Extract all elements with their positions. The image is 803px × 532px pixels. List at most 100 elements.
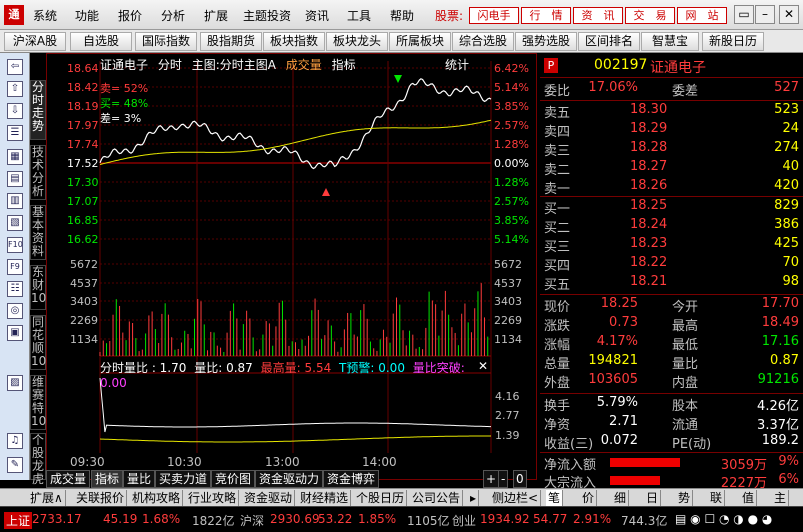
btab-extend[interactable]: 扩展∧ — [28, 490, 66, 506]
btab-related-quote[interactable]: 关联报价 — [74, 490, 128, 506]
tab-sector-index[interactable]: 板块指数 — [263, 32, 325, 51]
side-tab-trend[interactable]: 势 — [676, 490, 694, 506]
window-icon[interactable]: ▣ — [7, 325, 23, 341]
pen-icon[interactable]: ✎ — [7, 457, 23, 473]
zoom-in-button[interactable]: + — [483, 470, 500, 488]
tab-watchlist[interactable]: 自选股 — [70, 32, 132, 51]
vtab-dongcai10[interactable]: 东财10 — [30, 265, 46, 310]
menu-function[interactable]: 功能 — [75, 7, 99, 24]
menu-theme-invest[interactable]: 主题投资 — [243, 7, 291, 24]
ftab-auction[interactable]: 竞价图 — [211, 470, 256, 488]
menu-system[interactable]: 系统 — [33, 7, 57, 24]
ftab-volratio[interactable]: 量比 — [123, 470, 156, 488]
sell-ratio-label: 卖= 52% — [100, 82, 149, 95]
tab-ipo-calendar[interactable]: 新股日历 — [702, 32, 764, 51]
ftab-buy-sell-force[interactable]: 买卖力道 — [155, 470, 212, 488]
btab-next-icon[interactable]: ▸ — [468, 490, 480, 506]
quick-trade-button[interactable]: 交 易 — [625, 7, 675, 24]
music-icon[interactable]: ♫ — [7, 433, 23, 449]
side-tab-trades[interactable]: 笔 — [546, 490, 564, 506]
quick-news-button[interactable]: 资 讯 — [573, 7, 623, 24]
grid-icon[interactable]: ▦ — [7, 149, 23, 165]
ftab-indicator[interactable]: 指标 — [91, 470, 124, 488]
ftab-fund-drive[interactable]: 资金驱动力 — [255, 470, 324, 488]
f10-icon[interactable]: F10 — [7, 237, 23, 253]
tab-combo-select[interactable]: 综合选股 — [452, 32, 514, 51]
btab-inst-strategy[interactable]: 机构攻略 — [130, 490, 184, 506]
sell-level-row[interactable]: 卖三 18.28 274 — [540, 140, 803, 159]
tab-range-rank[interactable]: 区间排名 — [578, 32, 640, 51]
ftab-fund-game[interactable]: 资金博弈 — [323, 470, 380, 488]
btab-announcements[interactable]: 公司公告 — [410, 490, 464, 506]
vtab-technical[interactable]: 技术分析 — [30, 145, 46, 200]
kline-icon[interactable]: ▧ — [7, 215, 23, 231]
chart-stats-button[interactable]: 统计 — [445, 56, 469, 73]
zoom-out-button[interactable]: - — [498, 470, 509, 488]
minimize-icon[interactable]: – — [755, 5, 775, 24]
menu-analysis[interactable]: 分析 — [161, 7, 185, 24]
buy-level-row[interactable]: 买五 18.21 98 — [540, 274, 803, 293]
sell-level-row[interactable]: 卖四 18.29 24 — [540, 121, 803, 140]
close-subchart-icon[interactable]: ✕ — [478, 359, 488, 373]
side-tab-link[interactable]: 联 — [708, 490, 726, 506]
tab-sector-leaders[interactable]: 板块龙头 — [326, 32, 388, 51]
panel-icon[interactable]: ▨ — [7, 375, 23, 391]
back-icon[interactable]: ⇦ — [7, 59, 23, 75]
tab-smart-bao[interactable]: 智慧宝 — [641, 32, 699, 51]
side-tab-price[interactable]: 价 — [580, 490, 598, 506]
buy-level-row[interactable]: 买二 18.24 386 — [540, 217, 803, 236]
tab-intl-index[interactable]: 国际指数 — [135, 32, 197, 51]
menu-extend[interactable]: 扩展 — [204, 7, 228, 24]
tab-own-sector[interactable]: 所属板块 — [389, 32, 451, 51]
chart-mode[interactable]: 分时 — [158, 58, 182, 72]
btab-sidebar[interactable]: 侧边栏< — [490, 490, 542, 506]
menu-news[interactable]: 资讯 — [305, 7, 329, 24]
sell-level-row[interactable]: 卖一 18.26 420 — [540, 178, 803, 197]
f9-icon[interactable]: F9 — [7, 259, 23, 275]
chart-indicator-label[interactable]: 指标 — [332, 58, 356, 72]
side-tab-day[interactable]: 日 — [644, 490, 662, 506]
menu-help[interactable]: 帮助 — [390, 7, 414, 24]
quick-market-button[interactable]: 行 情 — [521, 7, 571, 24]
menu-quote[interactable]: 报价 — [118, 7, 142, 24]
btab-stock-calendar[interactable]: 个股日历 — [354, 490, 408, 506]
chart-volume-label[interactable]: 成交量 — [286, 58, 322, 72]
sell-level-row[interactable]: 卖二 18.27 40 — [540, 159, 803, 178]
btab-industry-strategy[interactable]: 行业攻略 — [186, 490, 240, 506]
sell-level-row[interactable]: 卖五 18.30 523 — [540, 102, 803, 121]
tab-sh-sz-a[interactable]: 沪深A股 — [4, 32, 66, 51]
close-icon[interactable]: ✕ — [779, 5, 799, 24]
quick-flash-button[interactable]: 闪电手 — [469, 7, 519, 24]
btab-fund-drive[interactable]: 资金驱动 — [242, 490, 296, 506]
tab-index-futures[interactable]: 股指期货 — [200, 32, 262, 51]
ftab-volume[interactable]: 成交量 — [46, 470, 91, 488]
menu-tools[interactable]: 工具 — [347, 7, 371, 24]
target-icon[interactable]: ◎ — [7, 303, 23, 319]
list-icon[interactable]: ☰ — [7, 125, 23, 141]
price-tick: 17.30 — [67, 176, 99, 189]
zoom-reset-button[interactable]: 0 — [513, 470, 527, 488]
buy-level-label: 买三 — [544, 240, 571, 255]
vtab-vista10[interactable]: 维赛特10 — [30, 375, 46, 430]
layout-icon[interactable]: ☷ — [7, 281, 23, 297]
vtab-intraday[interactable]: 分时走势 — [30, 80, 46, 140]
side-tab-value[interactable]: 值 — [740, 490, 758, 506]
btab-finance-picks[interactable]: 财经精选 — [298, 490, 352, 506]
chart-icon[interactable]: ▥ — [7, 193, 23, 209]
buy-level-row[interactable]: 买一 18.25 829 — [540, 198, 803, 217]
left-toolbar: ⇦ ⇧ ⇩ ☰ ▦ ▤ ▥ ▧ F10 F9 ☷ ◎ ▣ ▨ ♫ ✎ — [0, 53, 30, 480]
buy-level-row[interactable]: 买四 18.22 70 — [540, 255, 803, 274]
restore-icon[interactable]: ▭ — [734, 5, 754, 24]
up-icon[interactable]: ⇧ — [7, 81, 23, 97]
table-icon[interactable]: ▤ — [7, 171, 23, 187]
tab-strong-select[interactable]: 强势选股 — [515, 32, 577, 51]
quick-web-button[interactable]: 网 站 — [677, 7, 727, 24]
vtab-fundamentals[interactable]: 基本资料 — [30, 205, 46, 260]
chart-main-indicator[interactable]: 主图:分时主图A — [192, 58, 276, 72]
side-tab-detail[interactable]: 细 — [612, 490, 630, 506]
side-tab-main[interactable]: 主 — [772, 490, 790, 506]
buy-level-row[interactable]: 买三 18.23 425 — [540, 236, 803, 255]
vtab-tonghuashun10[interactable]: 同花顺10 — [30, 315, 46, 370]
down-icon[interactable]: ⇩ — [7, 103, 23, 119]
vtab-dragon-tiger[interactable]: 个股龙虎 — [30, 433, 46, 486]
